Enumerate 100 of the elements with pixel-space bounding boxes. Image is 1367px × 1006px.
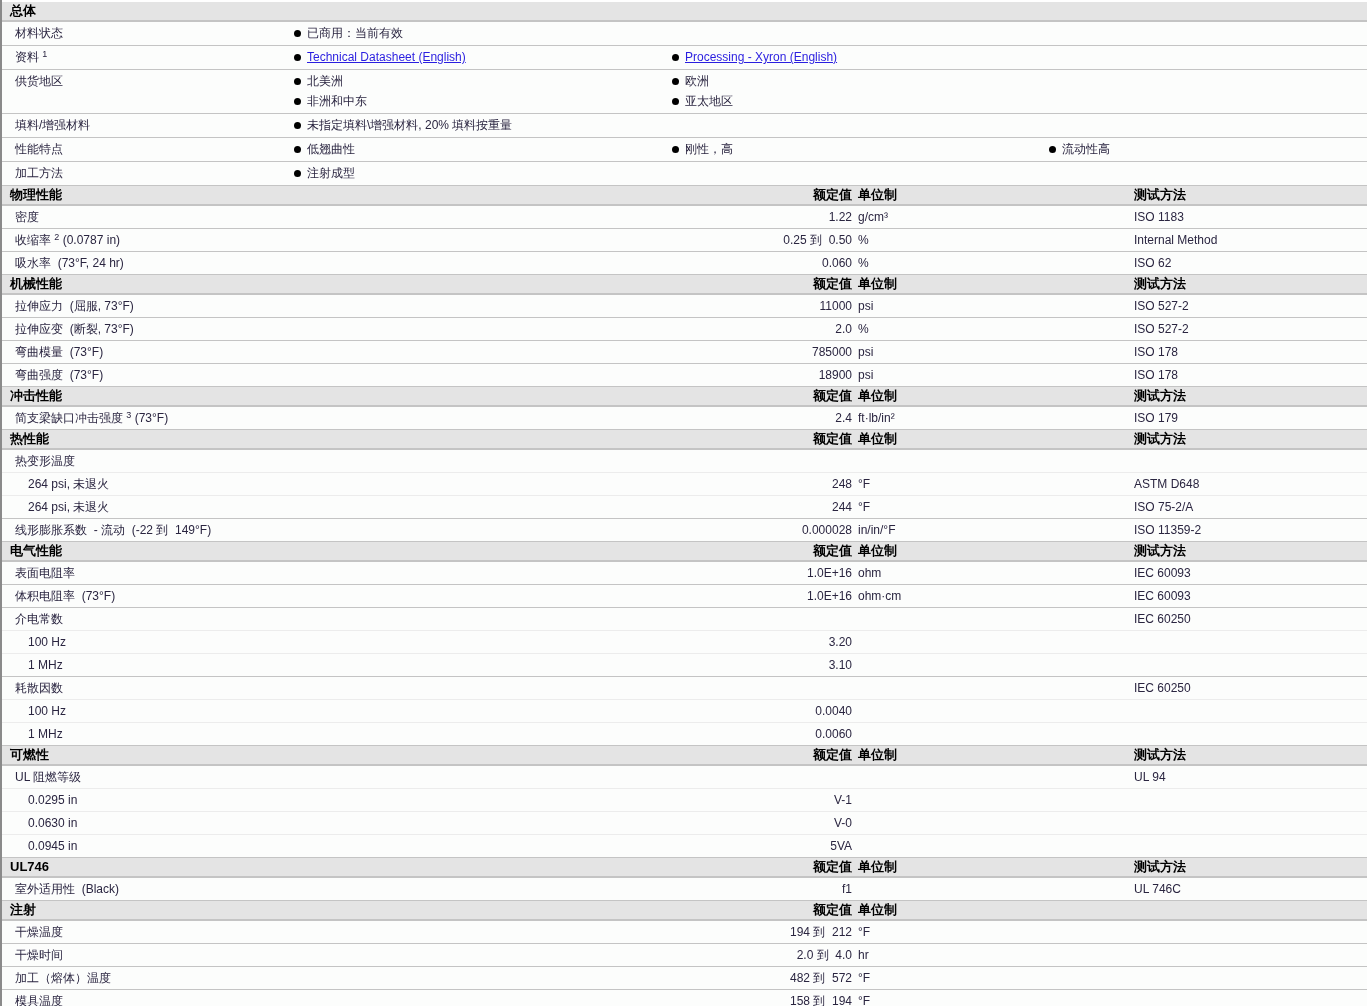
property-value: 11000 — [819, 298, 852, 315]
property-value: f1 — [842, 881, 852, 898]
section-title: 机械性能 — [10, 276, 62, 292]
property-label: 介电常数 — [15, 612, 63, 626]
section-title: 注射 — [10, 902, 36, 918]
property-label: 0.0630 in — [28, 816, 78, 830]
property-value: 244 — [831, 499, 852, 516]
unit-text: ohm — [858, 566, 882, 580]
column-heading: 单位制 — [858, 902, 897, 918]
property-label: 线形膨胀系数 - 流动 (-22 到 149°F) — [15, 523, 212, 537]
test-method: ISO 75-2/A — [1134, 500, 1194, 514]
test-method: ASTM D648 — [1134, 477, 1200, 491]
property-value: 5VA — [830, 838, 852, 855]
property-label: 室外适用性 (Black) — [15, 882, 119, 896]
property-label: 264 psi, 未退火 — [28, 477, 110, 491]
unit-text: psi — [858, 299, 874, 313]
test-method: ISO 178 — [1134, 345, 1179, 359]
property-label: 耗散因数 — [15, 681, 63, 695]
property-value: 0.000028 — [801, 522, 852, 539]
property-value: 未指定填料\增强材料, 20% 填料按重量 — [307, 117, 513, 134]
unit-text: ft·lb/in² — [858, 411, 895, 425]
property-label: 密度 — [15, 210, 39, 224]
test-method: ISO 527-2 — [1134, 322, 1189, 336]
column-heading: 额定值 — [813, 275, 852, 294]
property-value: 1.0E+16 — [806, 588, 852, 605]
property-value: 流动性高 — [1062, 141, 1110, 158]
property-label: 100 Hz — [28, 704, 67, 718]
property-label: 热变形温度 — [15, 454, 75, 468]
test-method: ISO 178 — [1134, 368, 1179, 382]
document-link[interactable]: Processing - Xyron (English) — [685, 49, 838, 66]
property-label: 表面电阻率 — [15, 566, 75, 580]
property-label: 0.0295 in — [28, 793, 78, 807]
column-heading: 单位制 — [858, 747, 897, 763]
property-label: 吸水率 (73°F, 24 hr) — [15, 256, 124, 270]
property-value: 0.0040 — [815, 703, 852, 720]
bullet-icon — [294, 122, 301, 129]
property-value: 已商用：当前有效 — [307, 25, 403, 42]
property-label: 弯曲模量 (73°F) — [15, 345, 104, 359]
property-value: 194 到 212 — [789, 924, 852, 941]
property-value: 北美洲 — [307, 73, 343, 90]
test-method: UL 94 — [1134, 770, 1166, 784]
test-method: ISO 62 — [1134, 256, 1172, 270]
unit-text: in/in/°F — [858, 523, 896, 537]
column-heading: 额定值 — [813, 746, 852, 765]
bullet-icon — [294, 54, 301, 61]
property-label: 1 MHz — [28, 727, 63, 741]
column-heading: 单位制 — [858, 187, 897, 203]
unit-text: °F — [858, 925, 871, 939]
bullet-icon — [672, 98, 679, 105]
property-value: 482 到 572 — [789, 970, 852, 987]
column-heading: 单位制 — [858, 859, 897, 875]
column-heading: 额定值 — [813, 542, 852, 561]
bullet-icon — [294, 98, 301, 105]
property-value: 欧洲 — [685, 73, 709, 90]
section-title: 电气性能 — [10, 543, 62, 559]
test-method: ISO 1183 — [1134, 210, 1184, 224]
property-value: 低翘曲性 — [307, 141, 355, 158]
unit-text: °F — [858, 500, 871, 514]
unit-text: hr — [858, 948, 869, 962]
unit-text: psi — [858, 368, 874, 382]
bullet-icon — [672, 146, 679, 153]
column-heading: 测试方法 — [1134, 187, 1186, 203]
bullet-icon — [672, 78, 679, 85]
unit-text: °F — [858, 477, 871, 491]
document-link[interactable]: Technical Datasheet (English) — [307, 49, 466, 66]
column-heading: 测试方法 — [1134, 276, 1186, 292]
property-label: 弯曲强度 (73°F) — [15, 368, 104, 382]
property-label: 资料 $^{1}$ — [15, 50, 48, 64]
property-label: 体积电阻率 (73°F) — [15, 589, 116, 603]
property-value: 158 到 194 — [789, 993, 852, 1006]
property-value: V-1 — [834, 792, 852, 809]
property-label: 干燥温度 — [15, 925, 63, 939]
property-value: 0.0060 — [815, 726, 852, 743]
test-method: ISO 527-2 — [1134, 299, 1189, 313]
property-value: 亚太地区 — [685, 93, 733, 110]
property-value: 2.0 到 4.0 — [796, 947, 852, 964]
property-label: 1 MHz — [28, 658, 63, 672]
column-heading: 单位制 — [858, 276, 897, 292]
unit-text: % — [858, 322, 869, 336]
unit-text: psi — [858, 345, 874, 359]
property-value: 非洲和中东 — [307, 93, 367, 110]
test-method: IEC 60093 — [1134, 589, 1191, 603]
section-title: UL746 — [10, 859, 50, 875]
column-heading: 测试方法 — [1134, 859, 1186, 875]
section-title: 总体 — [10, 3, 36, 19]
property-value: V-0 — [834, 815, 852, 832]
property-label: 0.0945 in — [28, 839, 78, 853]
column-heading: 单位制 — [858, 388, 897, 404]
column-heading: 额定值 — [813, 858, 852, 877]
property-label: 供货地区 — [15, 74, 63, 88]
section-title: 冲击性能 — [10, 388, 62, 404]
unit-text: g/cm³ — [858, 210, 888, 224]
property-value: 18900 — [818, 367, 852, 384]
test-method: IEC 60093 — [1134, 566, 1191, 580]
column-heading: 测试方法 — [1134, 431, 1186, 447]
test-method: Internal Method — [1134, 233, 1218, 247]
bullet-icon — [294, 170, 301, 177]
property-label: 收缩率 $^{2}$ (0.0787 in) — [15, 233, 121, 247]
property-label: 材料状态 — [15, 26, 63, 40]
unit-text: °F — [858, 994, 871, 1006]
